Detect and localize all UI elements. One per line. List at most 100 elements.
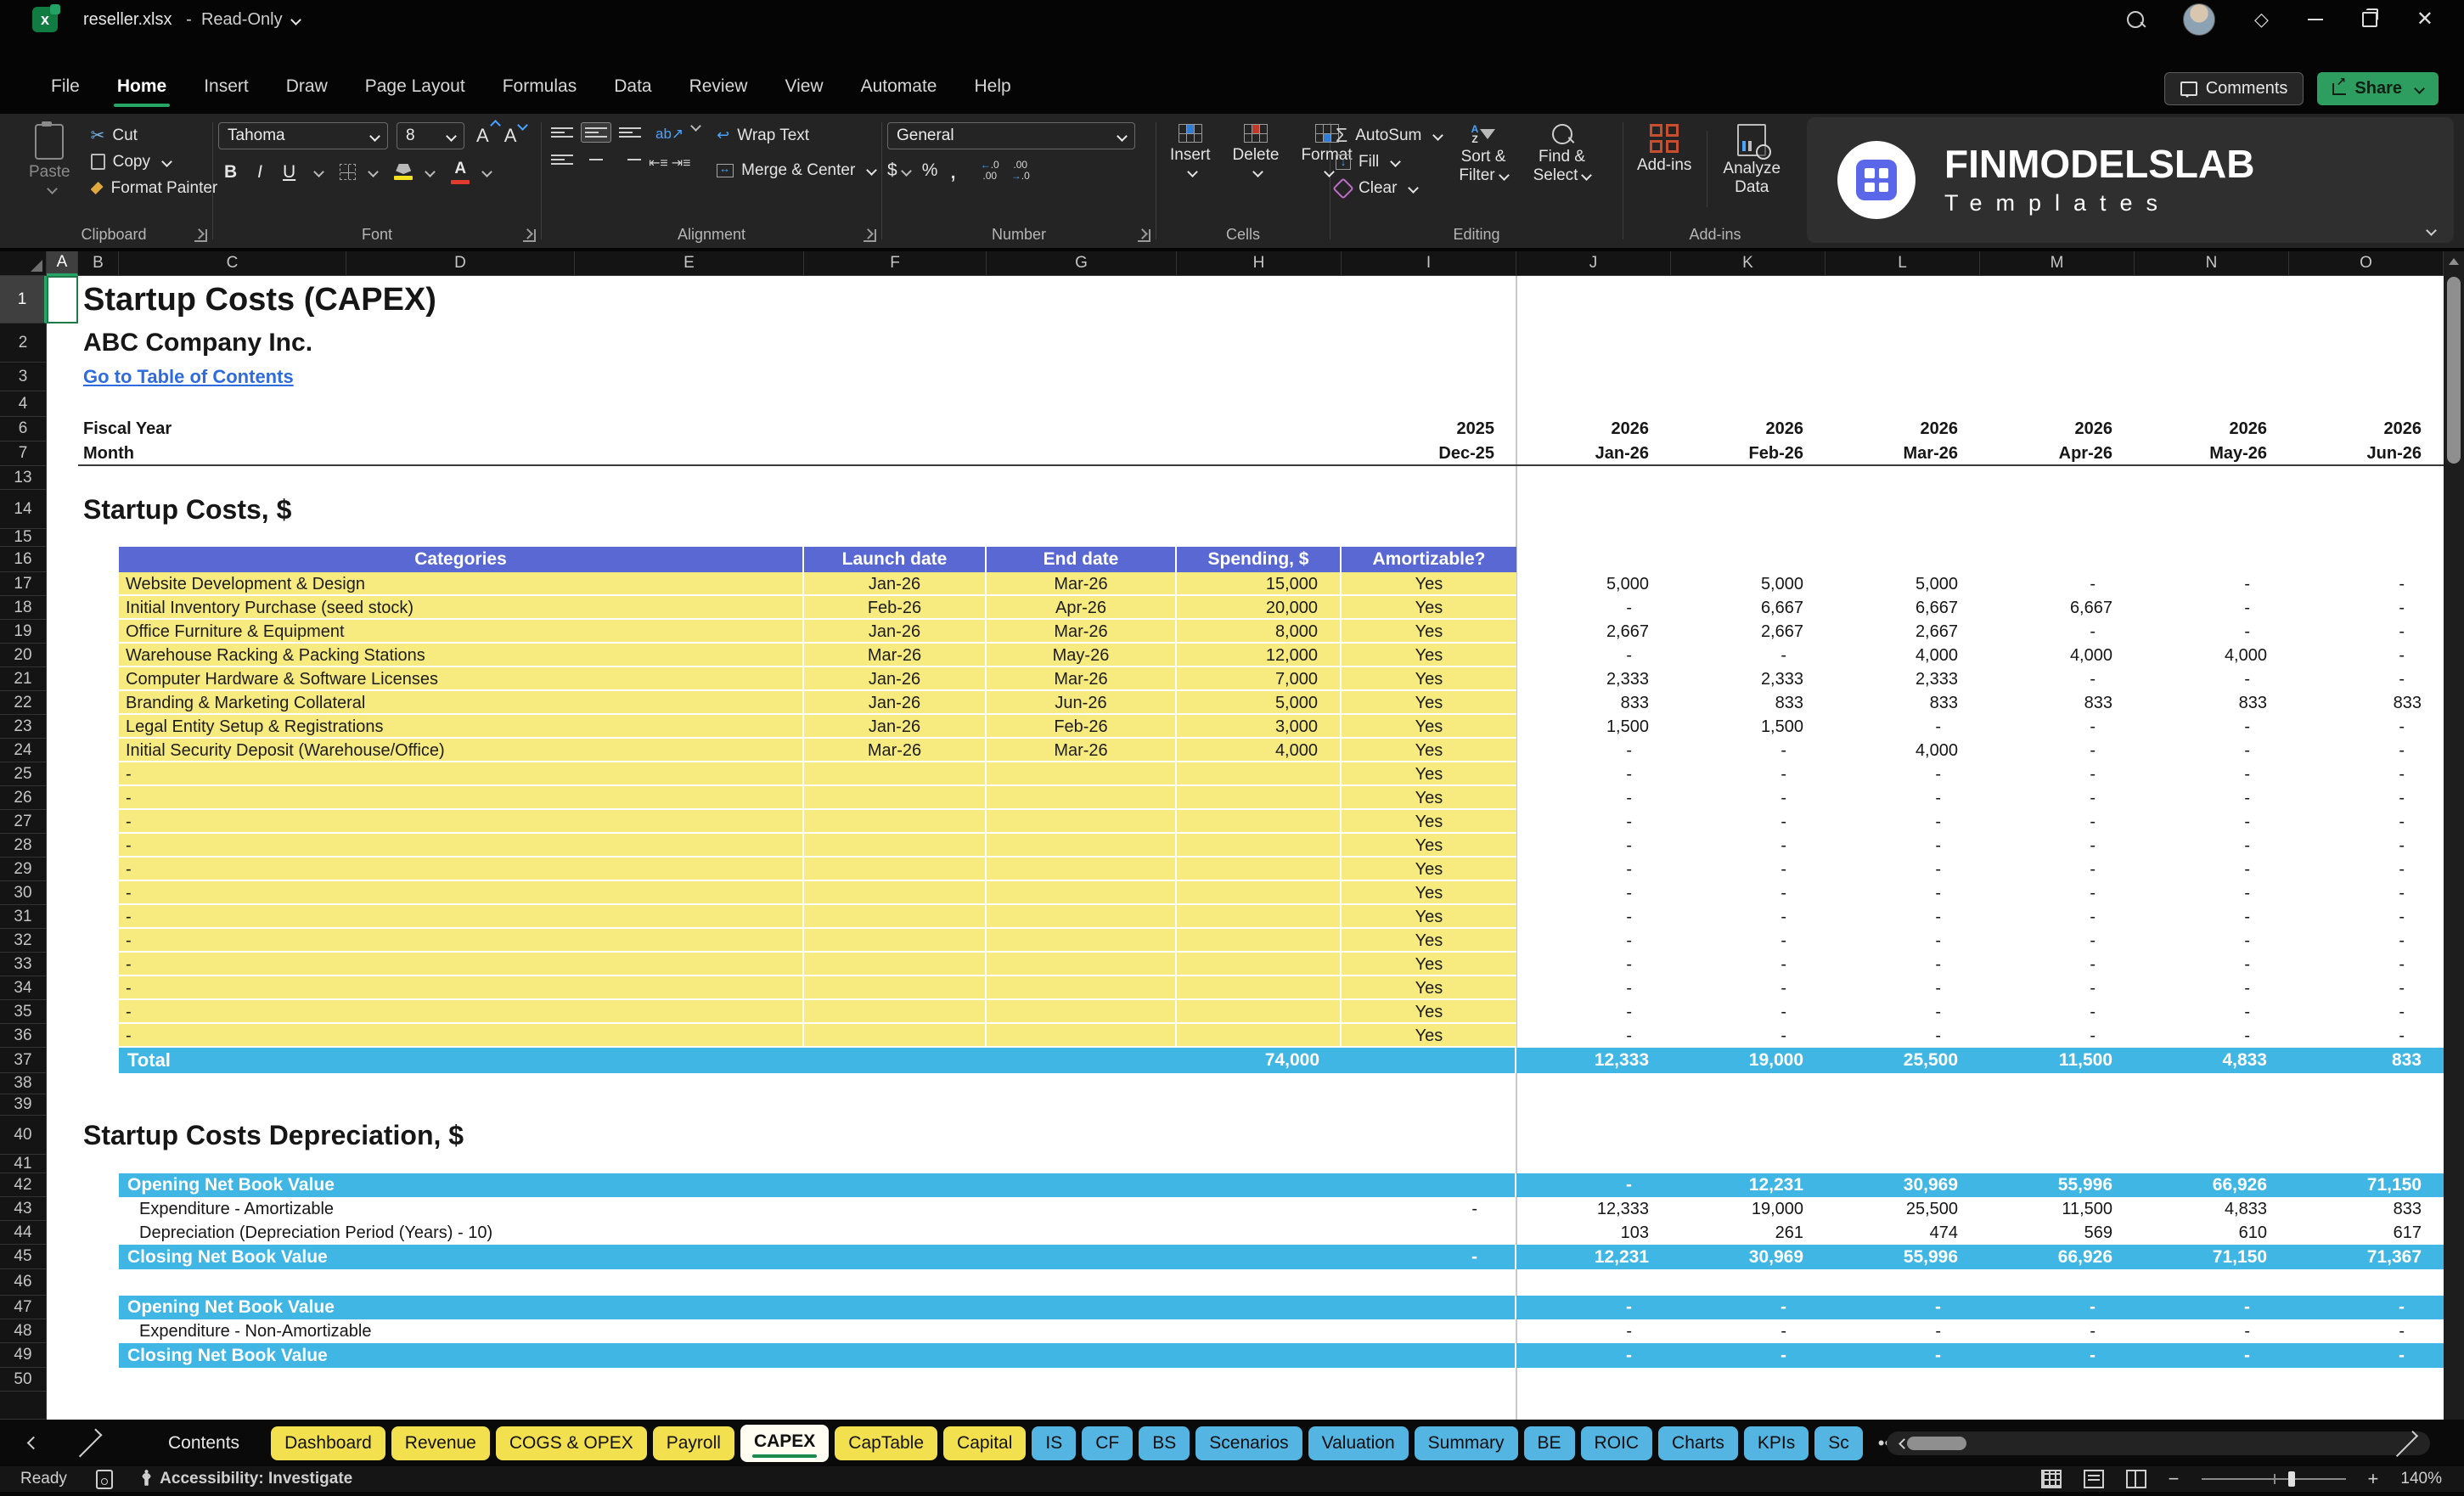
cell-month-j-row34[interactable]: - — [1516, 976, 1671, 1000]
row-header-27[interactable]: 27 — [0, 810, 47, 834]
sheet-tab-charts[interactable]: Charts — [1658, 1426, 1738, 1460]
cell-month-m-row29[interactable]: - — [1980, 858, 2135, 881]
cell-month-m-row18[interactable]: 6,667 — [1980, 596, 2135, 620]
cell-month-o-row18[interactable]: - — [2289, 596, 2444, 620]
cell-month-m-row30[interactable]: - — [1980, 881, 2135, 905]
analyze-data-button[interactable]: AnalyzeData — [1714, 122, 1789, 216]
cell-amortizable-row30[interactable]: Yes — [1342, 881, 1516, 905]
cell-month-o-row22[interactable]: 833 — [2289, 691, 2444, 715]
fiscal-year-value-cell[interactable]: 2026 — [2289, 417, 2444, 441]
dep-month-n-row45[interactable]: 71,150 — [2135, 1245, 2289, 1269]
dep-month-j-row43[interactable]: 12,333 — [1516, 1197, 1671, 1221]
cell-month-o-row25[interactable]: - — [2289, 762, 2444, 786]
total-month-m[interactable]: 11,500 — [1980, 1048, 2135, 1073]
month-value-cell[interactable]: Jan-26 — [1516, 441, 1671, 466]
cell-month-k-row32[interactable]: - — [1671, 929, 1825, 953]
premium-gem-icon[interactable]: ◇ — [2254, 8, 2269, 31]
cell-launch-row20[interactable]: Mar-26 — [804, 644, 987, 667]
dep-month-o-row44[interactable]: 617 — [2289, 1221, 2444, 1245]
dep-month-o-row42[interactable]: 71,150 — [2289, 1173, 2444, 1197]
cell-amortizable-row27[interactable]: Yes — [1342, 810, 1516, 834]
cell-month-j-row21[interactable]: 2,333 — [1516, 667, 1671, 691]
increase-indent-button[interactable]: ⇥≡ — [672, 155, 691, 172]
section-heading-cell[interactable]: Startup Costs, $ — [83, 490, 762, 529]
scroll-up-icon[interactable] — [2449, 258, 2459, 265]
cell-month-m-row23[interactable]: - — [1980, 715, 2135, 739]
cell-month-k-row34[interactable]: - — [1671, 976, 1825, 1000]
cell-month-n-row24[interactable]: - — [2135, 739, 2289, 762]
paste-button[interactable]: Paste — [20, 122, 79, 201]
cell-amortizable-row23[interactable]: Yes — [1342, 715, 1516, 739]
cell-month-j-row32[interactable]: - — [1516, 929, 1671, 953]
cell-end-row26[interactable] — [987, 786, 1177, 810]
sheet-tab-revenue[interactable]: Revenue — [391, 1426, 490, 1460]
cell-month-m-row32[interactable]: - — [1980, 929, 2135, 953]
borders-button[interactable] — [340, 164, 356, 180]
cell-launch-row18[interactable]: Feb-26 — [804, 596, 987, 620]
row-header-18[interactable]: 18 — [0, 596, 47, 620]
month-value-cell[interactable]: May-26 — [2135, 441, 2289, 466]
cell-month-j-row35[interactable]: - — [1516, 1000, 1671, 1024]
sort-filter-button[interactable]: AZ Sort &Filter — [1450, 122, 1516, 201]
cell-launch-row33[interactable] — [804, 953, 987, 976]
total-label-cell[interactable]: Total — [127, 1048, 382, 1073]
total-spending-cell[interactable]: 74,000 — [1177, 1048, 1342, 1073]
cell-month-l-row24[interactable]: 4,000 — [1825, 739, 1980, 762]
cell-month-k-row19[interactable]: 2,667 — [1671, 620, 1825, 644]
cell-month-j-row24[interactable]: - — [1516, 739, 1671, 762]
ribbon-tab-help[interactable]: Help — [955, 70, 1029, 107]
row-header-13[interactable]: 13 — [0, 466, 47, 490]
cell-month-n-row29[interactable]: - — [2135, 858, 2289, 881]
alignment-dialog-launcher[interactable] — [864, 229, 876, 242]
fiscal-year-value-cell[interactable]: 2026 — [1671, 417, 1825, 441]
month-value-cell[interactable]: Mar-26 — [1825, 441, 1980, 466]
column-header-A[interactable]: A — [47, 251, 78, 276]
row-header-47[interactable]: 47 — [0, 1296, 47, 1319]
insert-cells-button[interactable]: Insert — [1162, 122, 1219, 177]
zoom-slider-thumb[interactable] — [2288, 1471, 2295, 1487]
dep-month-k-row43[interactable]: 19,000 — [1671, 1197, 1825, 1221]
table-header-launch-date[interactable]: Launch date — [804, 547, 987, 572]
table-header-amortizable-[interactable]: Amortizable? — [1342, 547, 1516, 572]
vertical-scroll-thumb[interactable] — [2447, 277, 2461, 464]
sheet-tab-capital[interactable]: Capital — [943, 1426, 1026, 1460]
middle-align-button[interactable] — [581, 122, 611, 143]
search-icon[interactable] — [2127, 11, 2144, 28]
cell-amortizable-row32[interactable]: Yes — [1342, 929, 1516, 953]
column-header-K[interactable]: K — [1671, 251, 1825, 276]
cell-month-m-row27[interactable]: - — [1980, 810, 2135, 834]
dep-month-l-row44[interactable]: 474 — [1825, 1221, 1980, 1245]
dep-month-m-row45[interactable]: 66,926 — [1980, 1245, 2135, 1269]
sheet-tab-contents[interactable]: Contents — [155, 1426, 265, 1460]
cell-category-row33[interactable]: - — [119, 953, 804, 976]
dep-month-m-row42[interactable]: 55,996 — [1980, 1173, 2135, 1197]
column-header-F[interactable]: F — [804, 251, 987, 276]
cell-month-n-row31[interactable]: - — [2135, 905, 2289, 929]
top-align-button[interactable] — [547, 122, 577, 143]
selected-cell-a1[interactable] — [47, 276, 78, 323]
cell-spending-row17[interactable]: 15,000 — [1177, 572, 1342, 596]
cell-month-j-row27[interactable]: - — [1516, 810, 1671, 834]
cell-end-row29[interactable] — [987, 858, 1177, 881]
dep-month-o-row49[interactable]: - — [2289, 1343, 2444, 1368]
cell-month-k-row36[interactable]: - — [1671, 1024, 1825, 1048]
cell-amortizable-row20[interactable]: Yes — [1342, 644, 1516, 667]
row-header-45[interactable]: 45 — [0, 1245, 47, 1269]
align-left-button[interactable] — [547, 149, 577, 172]
dep-month-o-row45[interactable]: 71,367 — [2289, 1245, 2444, 1269]
cell-end-row31[interactable] — [987, 905, 1177, 929]
cell-category-row31[interactable]: - — [119, 905, 804, 929]
cell-end-row36[interactable] — [987, 1024, 1177, 1048]
fiscal-year-value-cell[interactable]: 2026 — [1980, 417, 2135, 441]
cell-end-row23[interactable]: Feb-26 — [987, 715, 1177, 739]
month-label-cell[interactable]: Month — [83, 441, 338, 466]
ribbon-tab-draw[interactable]: Draw — [267, 70, 346, 107]
cell-month-n-row33[interactable]: - — [2135, 953, 2289, 976]
column-header-B[interactable]: B — [78, 251, 119, 276]
dep-month-j-row45[interactable]: 12,231 — [1516, 1245, 1671, 1269]
cell-month-k-row17[interactable]: 5,000 — [1671, 572, 1825, 596]
dep-month-m-row49[interactable]: - — [1980, 1343, 2135, 1368]
addins-button[interactable]: Add-ins — [1629, 122, 1700, 216]
cell-month-j-row25[interactable]: - — [1516, 762, 1671, 786]
sheet-tab-cf[interactable]: CF — [1082, 1426, 1133, 1460]
